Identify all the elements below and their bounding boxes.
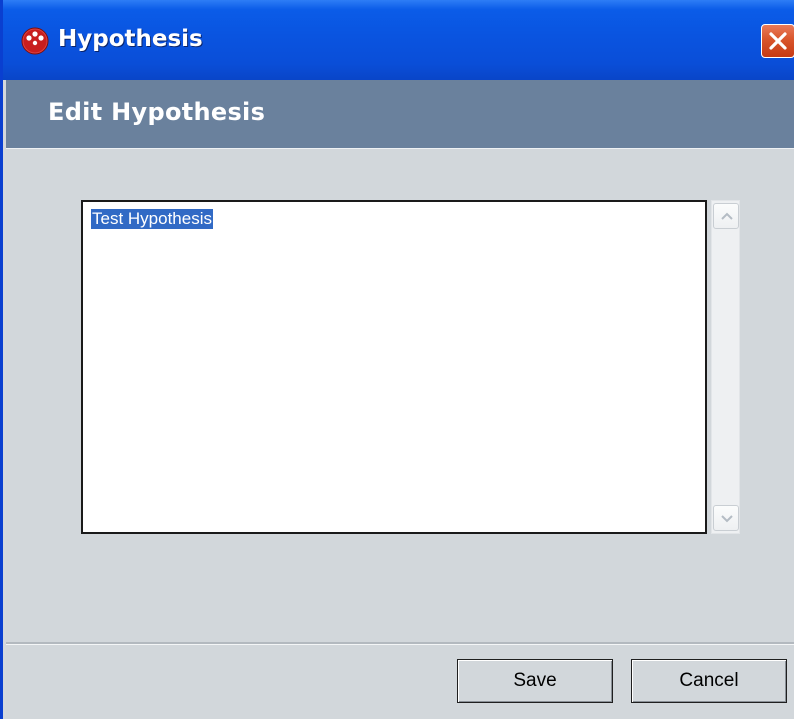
dialog-footer: Save Cancel	[6, 645, 794, 719]
hypothesis-textarea[interactable]: Test Hypothesis	[81, 200, 707, 534]
save-button[interactable]: Save	[457, 659, 613, 703]
dialog-window: Hypothesis Edit Hypothesis Test Hypothes…	[0, 0, 794, 719]
window-title: Hypothesis	[58, 26, 203, 52]
scroll-down-button[interactable]	[713, 505, 739, 531]
cancel-button[interactable]: Cancel	[631, 659, 787, 703]
title-bar[interactable]: Hypothesis	[3, 0, 794, 80]
vertical-scrollbar[interactable]	[711, 200, 740, 534]
app-logo-icon	[21, 27, 49, 55]
textarea-selected-text: Test Hypothesis	[91, 209, 213, 229]
dialog-content: Test Hypothesis	[6, 149, 794, 642]
dialog-heading: Edit Hypothesis	[48, 98, 266, 126]
scroll-up-button[interactable]	[713, 203, 739, 229]
close-button[interactable]	[761, 24, 794, 58]
dialog-header: Edit Hypothesis	[6, 80, 794, 149]
